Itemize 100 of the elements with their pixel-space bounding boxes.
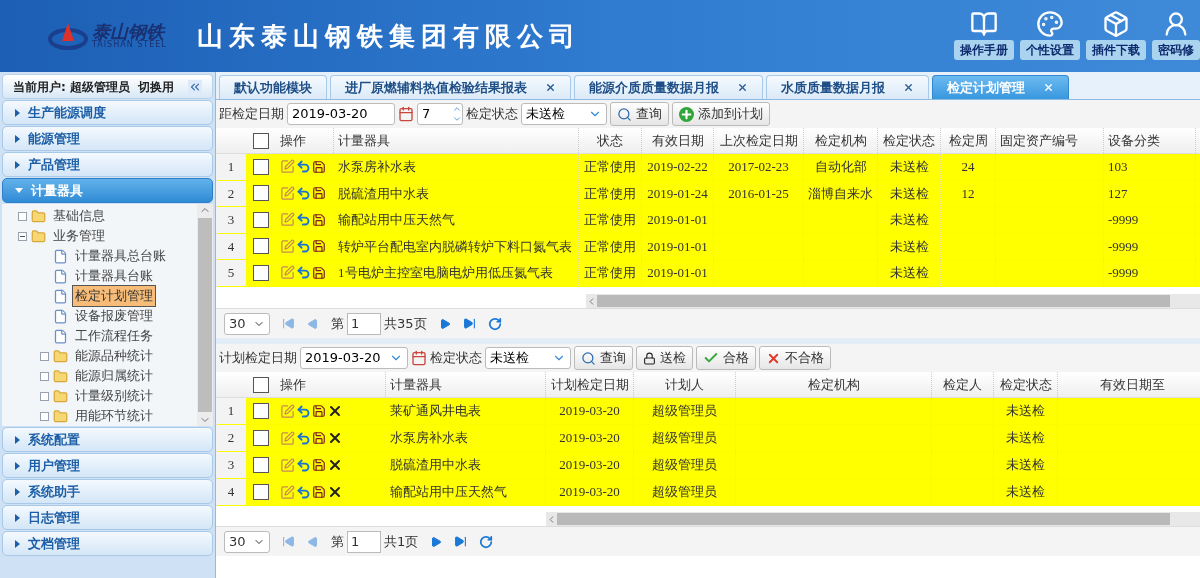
accordion-header[interactable]: 日志管理 xyxy=(2,505,213,530)
tree-item[interactable]: 检定计划管理 xyxy=(72,285,156,307)
table-cell-text: 未送检 xyxy=(1006,429,1045,448)
table-cell-text: 正常使用 xyxy=(584,264,636,282)
table-cell-text: -9999 xyxy=(1108,237,1139,256)
tree-item[interactable]: 业务管理 xyxy=(50,225,108,247)
table-row[interactable]: 4 输配站用中压天然气 2019-03-20 超级管理员 未送检 xyxy=(216,479,1200,506)
page-number-field[interactable]: 1 xyxy=(347,312,381,335)
column-header[interactable]: 检定状态 xyxy=(994,372,1058,397)
table-cell-text: -9999 xyxy=(1108,264,1139,282)
tree-item[interactable]: 计量器具总台账 xyxy=(72,245,169,267)
tree-item[interactable]: 工作流程任务 xyxy=(72,325,156,347)
tree-item[interactable]: 基础信息 xyxy=(50,205,108,227)
table-cell-text: 输配站用中压天然气 xyxy=(338,211,455,229)
column-header[interactable]: 操作 xyxy=(276,128,334,153)
table-cell-text: 127 xyxy=(1108,184,1128,203)
column-header[interactable]: 计量器具 xyxy=(334,128,579,153)
table-cell-text: 2019-03-20 xyxy=(559,483,620,502)
page-prefix: 第 xyxy=(331,314,344,333)
column-header[interactable]: 有效日期 xyxy=(642,128,714,153)
switch-user-link[interactable]: 切换用 xyxy=(138,77,174,96)
header-link[interactable]: 插件下载 xyxy=(1086,40,1146,60)
table-cell-text: 未送检 xyxy=(1006,483,1045,502)
accordion-header[interactable]: 用户管理 xyxy=(2,453,213,478)
accordion-header[interactable]: 产品管理 xyxy=(2,152,213,177)
toolbar-button[interactable]: 查询 xyxy=(610,102,669,126)
tree-item[interactable]: 计量器具台账 xyxy=(72,265,156,287)
table-cell-text: 2019-01-24 xyxy=(647,184,708,203)
table-cell-text: 2019-02-22 xyxy=(647,158,708,176)
table-cell-text: 2017-02-23 xyxy=(728,158,789,176)
table-cell-text: 超级管理员 xyxy=(652,456,717,475)
tree-item[interactable]: 能源归属统计 xyxy=(72,365,156,387)
table-cell-text: 超级管理员 xyxy=(652,429,717,448)
toolbar-button[interactable]: 送检 xyxy=(636,346,693,370)
tab[interactable]: 能源介质质量数据月报 xyxy=(574,75,763,99)
tree-item[interactable]: 能源品种统计 xyxy=(72,345,156,367)
table-row[interactable]: 1 莱矿通风井电表 2019-03-20 超级管理员 未送检 xyxy=(216,398,1200,425)
table-row[interactable]: 2 脱硫渣用中水表 正常使用 2019-01-24 2016-01-25 淄博自来水 未送检 12 127 xyxy=(216,180,1200,207)
tab[interactable]: 水质质量数据月报 xyxy=(766,75,929,99)
table-cell-text: 正常使用 xyxy=(584,184,636,203)
tab[interactable]: 进厂原燃辅料热值检验结果报表 xyxy=(330,75,571,99)
table-cell-text: -9999 xyxy=(1108,211,1139,229)
tree-item[interactable]: 计量级别统计 xyxy=(72,385,156,407)
table-row[interactable]: 3 输配站用中压天然气 正常使用 2019-01-01 未送检 -9999 xyxy=(216,207,1200,234)
page-size-select[interactable]: 30 xyxy=(224,530,270,553)
column-header[interactable]: 计量器具 xyxy=(386,372,546,397)
logo-subtext: TAISHAN STEEL xyxy=(92,41,167,49)
toolbar-button[interactable]: 添加到计划 xyxy=(672,102,770,126)
column-header[interactable]: 有效日期至 xyxy=(1058,372,1200,397)
column-header[interactable]: 检定人 xyxy=(932,372,994,397)
header-link[interactable]: 操作手册 xyxy=(954,40,1014,60)
column-header[interactable]: 计划人 xyxy=(634,372,736,397)
table-cell-text: 2016-01-25 xyxy=(728,184,789,203)
toolbar-button[interactable]: 查询 xyxy=(574,346,633,370)
column-header[interactable]: 检定状态 xyxy=(878,128,941,153)
column-header[interactable]: 上次检定日期 xyxy=(714,128,804,153)
column-header[interactable]: 计划检定日期 xyxy=(546,372,634,397)
filter-label: 距检定日期 xyxy=(219,105,284,124)
row-number: 2 xyxy=(216,425,246,451)
accordion-header[interactable]: 生产能源调度 xyxy=(2,100,213,125)
table-cell-text: 输配站用中压天然气 xyxy=(390,483,507,502)
accordion-header[interactable]: 系统配置 xyxy=(2,427,213,452)
date-field[interactable]: 2019-03-20 xyxy=(300,347,408,369)
status-select[interactable]: 未送检 xyxy=(485,347,571,369)
column-header[interactable]: 状态 xyxy=(579,128,642,153)
column-header[interactable]: 检定机构 xyxy=(804,128,878,153)
column-header[interactable]: 检定机构 xyxy=(736,372,932,397)
column-header[interactable]: 检定周 xyxy=(941,128,996,153)
header-link[interactable]: 密码修 xyxy=(1152,40,1200,60)
table-cell-text: 2019-03-20 xyxy=(559,429,620,448)
table-cell-text: 淄博自来水 xyxy=(808,184,873,203)
table-row[interactable]: 4 转炉平台配电室内脱磷转炉下料口氮气表 正常使用 2019-01-01 未送检 -9999 xyxy=(216,233,1200,260)
table-cell-text: 未送检 xyxy=(889,211,929,229)
table-row[interactable]: 1 水泵房补水表 正常使用 2019-02-22 2017-02-23 自动化部 未送检 24 103 xyxy=(216,154,1200,181)
column-header[interactable]: 操作 xyxy=(276,372,386,397)
tree-item[interactable]: 设备报废管理 xyxy=(72,305,156,327)
table-row[interactable]: 3 脱硫渣用中水表 2019-03-20 超级管理员 未送检 xyxy=(216,452,1200,479)
status-select[interactable]: 未送检 xyxy=(521,103,607,125)
days-spinner[interactable]: 7 xyxy=(417,103,463,125)
page-number-field[interactable]: 1 xyxy=(347,530,381,553)
table-cell-text: 正常使用 xyxy=(584,158,636,176)
accordion-header[interactable]: 文档管理 xyxy=(2,531,213,556)
column-header[interactable]: 设备分类 xyxy=(1104,128,1196,153)
accordion-header[interactable]: 系统助手 xyxy=(2,479,213,504)
toolbar-button[interactable]: 合格 xyxy=(696,346,756,370)
tree-item[interactable]: 用能环节统计 xyxy=(72,405,156,427)
toolbar-button[interactable]: 不合格 xyxy=(759,346,831,370)
page-size-select[interactable]: 30 xyxy=(224,312,270,335)
date-field[interactable]: 2019-03-20 xyxy=(287,103,395,125)
tab[interactable]: 默认功能模块 xyxy=(219,75,327,99)
table-cell-text: 超级管理员 xyxy=(652,402,717,421)
table-cell-text: 水泵房补水表 xyxy=(390,429,468,448)
table-cell-text: 2019-01-01 xyxy=(647,264,708,282)
column-header[interactable]: 固定资产编号 xyxy=(996,128,1104,153)
header-link[interactable]: 个性设置 xyxy=(1020,40,1080,60)
filter-label: 检定状态 xyxy=(430,349,482,368)
row-number: 4 xyxy=(216,479,246,505)
table-row[interactable]: 2 水泵房补水表 2019-03-20 超级管理员 未送检 xyxy=(216,425,1200,452)
accordion-header[interactable]: 能源管理 xyxy=(2,126,213,151)
table-row[interactable]: 5 1号电炉主控室电脑电炉用低压氮气表 正常使用 2019-01-01 未送检 -9999 xyxy=(216,260,1200,287)
